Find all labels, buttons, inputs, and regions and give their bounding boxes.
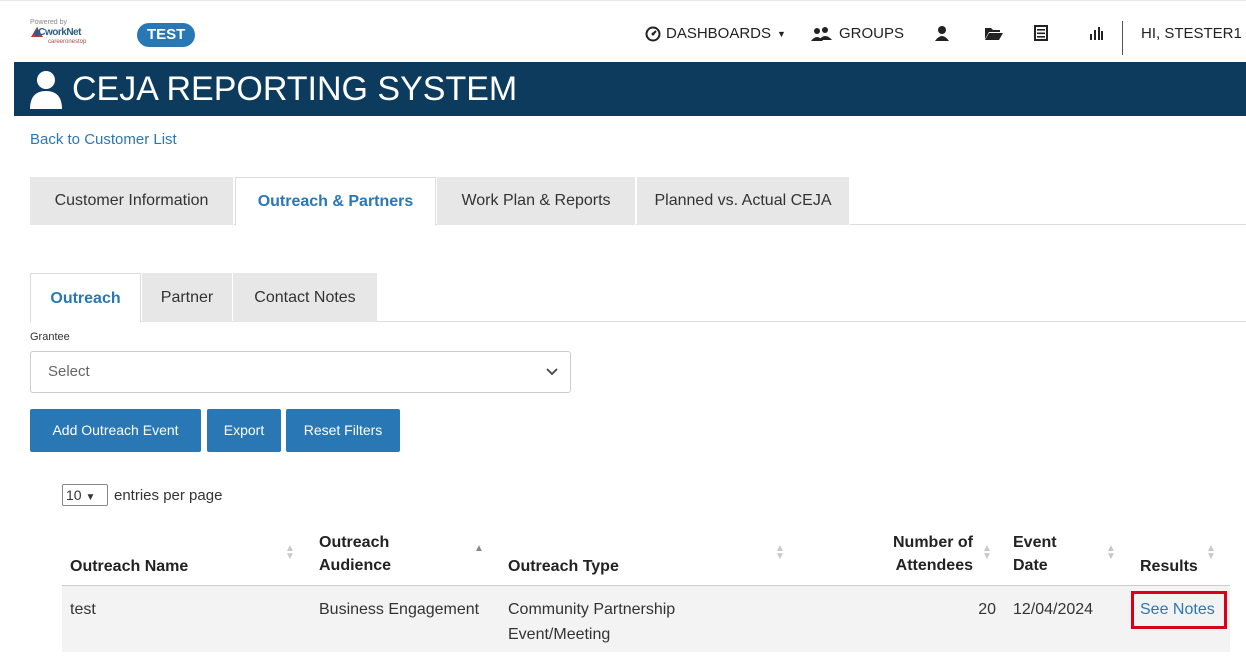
export-button[interactable]: Export	[207, 409, 281, 452]
environment-badge: TEST	[137, 23, 196, 47]
cell-number-of-attendees: 20	[978, 601, 996, 618]
chevron-down-icon	[546, 352, 558, 408]
col-header-audience-line2: Audience	[319, 557, 392, 574]
cell-event-date: 12/04/2024	[1013, 601, 1094, 618]
caret-down-icon: ▼	[777, 28, 786, 39]
user-icon	[935, 25, 949, 41]
tab-work-plan-reports[interactable]: Work Plan & Reports	[437, 177, 636, 225]
person-icon	[30, 71, 62, 109]
bar-chart-icon	[1089, 25, 1103, 41]
col-header-results[interactable]: Results	[1140, 555, 1198, 578]
cell-outreach-audience: Business Engagement	[319, 601, 480, 618]
page-title-bar: CEJA REPORTING SYSTEM	[14, 62, 1246, 116]
col-header-attendees-line2: Attendees	[895, 557, 973, 574]
list-button[interactable]	[1034, 25, 1048, 41]
groups-menu[interactable]: GROUPS	[810, 25, 904, 42]
col-header-event-date[interactable]: Event Date	[1013, 531, 1057, 577]
col-header-number-of-attendees[interactable]: Number of Attendees	[865, 531, 973, 577]
main-tabs: Customer Information Outreach & Partners…	[30, 177, 1246, 226]
folder-button[interactable]	[984, 25, 1004, 41]
col-header-attendees-line1: Number of	[893, 534, 973, 551]
profile-button[interactable]	[935, 25, 949, 41]
cell-outreach-type: Community Partnership Event/Meeting	[508, 597, 675, 647]
tab-customer-information[interactable]: Customer Information	[30, 177, 234, 225]
dashboards-menu[interactable]: DASHBOARDS ▼	[645, 25, 786, 42]
groups-label: GROUPS	[839, 25, 905, 42]
see-notes-link[interactable]: See Notes	[1131, 591, 1227, 629]
gauge-icon	[645, 26, 661, 42]
sort-icon[interactable]: ▲ ▼	[775, 544, 785, 562]
grantee-select[interactable]: Select	[30, 351, 571, 393]
col-header-outreach-name[interactable]: Outreach Name	[70, 555, 188, 578]
sort-icon[interactable]: ▲ ▼	[1206, 544, 1216, 562]
sort-ascending-icon[interactable]: ▲	[474, 544, 484, 554]
sort-icon[interactable]: ▲ ▼	[1106, 544, 1116, 562]
col-header-outreach-audience[interactable]: Outreach Audience	[319, 531, 391, 577]
user-greeting: HI, STESTER1	[1141, 25, 1242, 42]
reset-filters-button[interactable]: Reset Filters	[286, 409, 400, 452]
logo-tagline: careeronestop	[48, 39, 87, 45]
nav-divider	[1122, 21, 1123, 55]
col-header-date-line2: Date	[1013, 557, 1048, 574]
grantee-label: Grantee	[30, 331, 70, 343]
dashboards-label: DASHBOARDS	[666, 25, 772, 42]
caret-down-icon: ▼	[85, 492, 96, 503]
tab-contact-notes[interactable]: Contact Notes	[233, 273, 377, 322]
logo-wordmark: iCworkNet	[36, 27, 81, 38]
sort-icon[interactable]: ▲ ▼	[982, 544, 992, 562]
col-header-audience-line1: Outreach	[319, 534, 390, 551]
cell-type-line1: Community Partnership	[508, 601, 676, 618]
entries-per-page: 10 ▼ entries per page	[62, 484, 222, 506]
folder-open-icon	[984, 25, 1004, 41]
users-icon	[810, 26, 834, 42]
sub-tabs: Outreach Partner Contact Notes	[30, 273, 1246, 323]
grantee-select-value: Select	[48, 363, 90, 380]
entries-per-page-value: 10	[66, 487, 82, 503]
tab-outreach[interactable]: Outreach	[30, 273, 141, 323]
back-to-customer-list-link[interactable]: Back to Customer List	[30, 131, 177, 148]
top-navbar: Powered by iCworkNet careeronestop TEST …	[0, 0, 1246, 62]
reports-button[interactable]	[1089, 25, 1103, 41]
tab-planned-vs-actual[interactable]: Planned vs. Actual CEJA	[637, 177, 850, 225]
cell-type-line2: Event/Meeting	[508, 626, 611, 643]
sort-icon[interactable]: ▲ ▼	[285, 544, 295, 562]
add-outreach-event-button[interactable]: Add Outreach Event	[30, 409, 201, 452]
col-header-outreach-type[interactable]: Outreach Type	[508, 555, 619, 578]
logo-powered-by: Powered by	[30, 19, 67, 26]
page-title: CEJA REPORTING SYSTEM	[72, 70, 518, 108]
tab-outreach-partners[interactable]: Outreach & Partners	[235, 177, 436, 226]
list-icon	[1034, 25, 1048, 41]
site-logo[interactable]: Powered by iCworkNet careeronestop	[30, 19, 94, 47]
entries-per-page-select[interactable]: 10 ▼	[62, 484, 108, 506]
user-menu[interactable]: HI, STESTER1 ▼	[1141, 25, 1246, 42]
tab-partner[interactable]: Partner	[142, 273, 232, 322]
cell-outreach-name: test	[70, 601, 96, 618]
col-header-date-line1: Event	[1013, 534, 1057, 551]
entries-per-page-label: entries per page	[114, 486, 223, 504]
